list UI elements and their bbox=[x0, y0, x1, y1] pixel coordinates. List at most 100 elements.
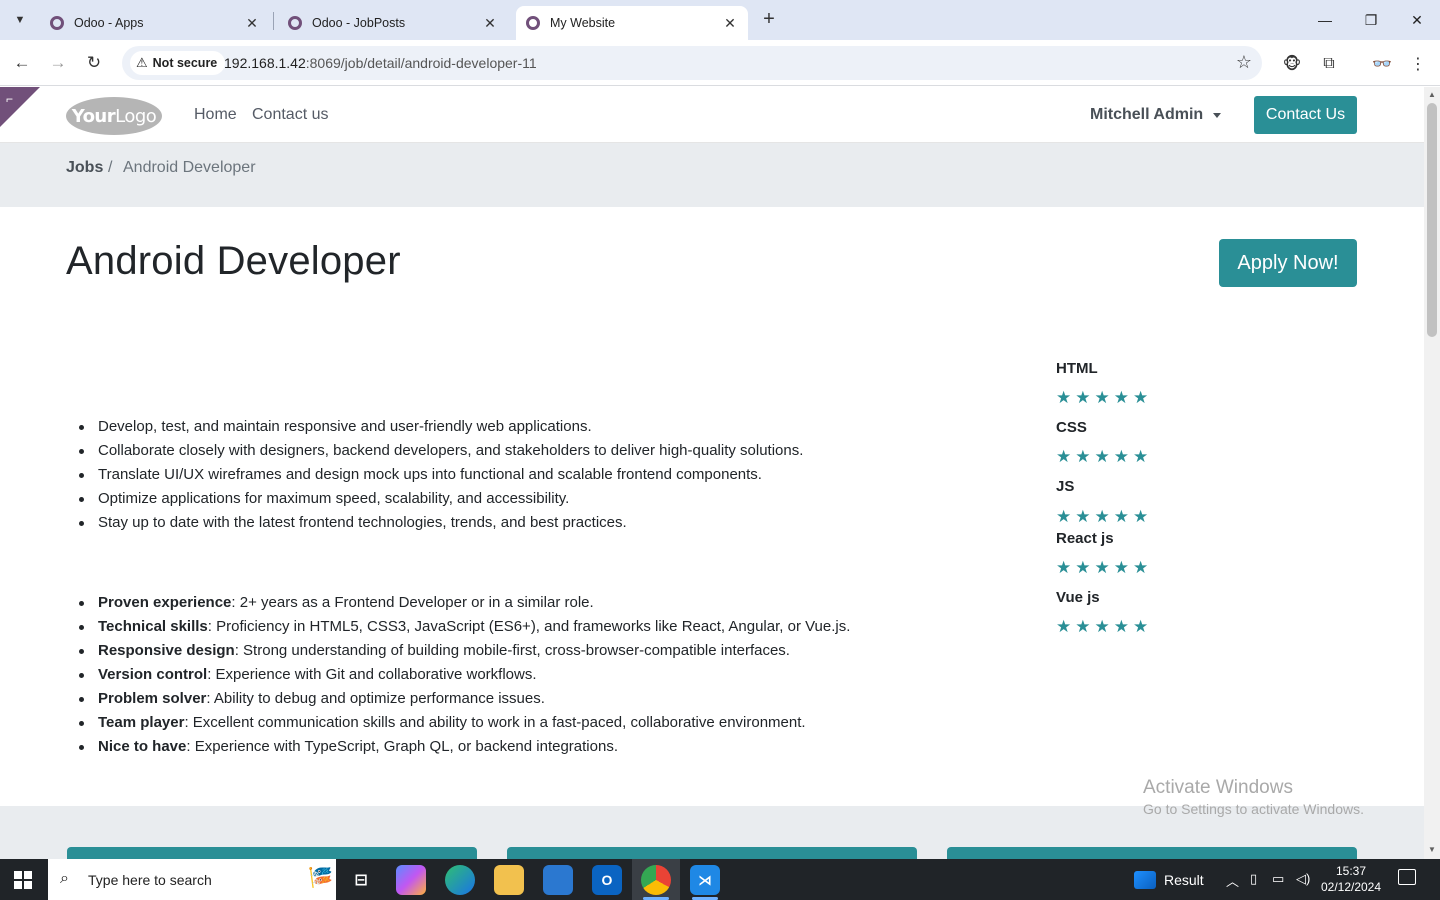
warning-triangle-icon: ⚠ bbox=[136, 55, 148, 70]
close-tab-icon[interactable]: ✕ bbox=[482, 15, 498, 32]
tab-odoo-apps[interactable]: Odoo - Apps ✕ bbox=[40, 6, 270, 40]
clock-date: 02/12/2024 bbox=[1320, 880, 1382, 894]
site-logo[interactable]: Your Logo bbox=[66, 97, 162, 135]
restore-icon[interactable]: ❐ bbox=[1348, 6, 1394, 34]
clock-time: 15:37 bbox=[1335, 864, 1367, 878]
responsibilities-list: Develop, test, and maintain responsive a… bbox=[78, 415, 803, 535]
list-item: Collaborate closely with designers, back… bbox=[78, 439, 803, 463]
result-widget-icon bbox=[1134, 871, 1156, 889]
vscode-icon[interactable]: ⋊ bbox=[690, 865, 720, 895]
windows-taskbar: ⌕ Type here to search 🎏 ⊟ O ⋊ Result ︿ ▯… bbox=[0, 859, 1440, 900]
meet-now-icon[interactable]: ▯ bbox=[1250, 871, 1257, 887]
skill-rating: ★ ★ ★ ★ ★ bbox=[1056, 389, 1148, 407]
caret-down-icon[interactable] bbox=[1213, 113, 1221, 118]
browser-tab-bar: ▼ Odoo - Apps ✕ Odoo - JobPosts ✕ My Web… bbox=[0, 0, 1440, 40]
breadcrumb-jobs-link[interactable]: Jobs bbox=[66, 159, 103, 177]
task-view-icon[interactable]: ⊟ bbox=[346, 865, 376, 895]
page-scrollbar[interactable]: ▲ ▼ bbox=[1424, 87, 1440, 859]
list-item: Proven experience: 2+ years as a Fronten… bbox=[78, 591, 850, 615]
list-item: Version control: Experience with Git and… bbox=[78, 663, 850, 687]
close-window-icon[interactable]: ✕ bbox=[1394, 6, 1440, 34]
job-card[interactable] bbox=[507, 847, 917, 859]
outlook-icon[interactable]: O bbox=[592, 865, 622, 895]
breadcrumb-current: Android Developer bbox=[123, 159, 256, 176]
scroll-down-icon[interactable]: ▼ bbox=[1427, 845, 1437, 855]
skill-name: HTML bbox=[1056, 360, 1098, 377]
requirement-text: : Experience with Git and collaborative … bbox=[207, 666, 537, 683]
star-icon: ★ bbox=[1056, 388, 1072, 407]
notification-center-icon[interactable] bbox=[1398, 869, 1416, 885]
url-host: 192.168.1.42 bbox=[224, 55, 306, 71]
star-icon: ★ bbox=[1056, 447, 1072, 466]
star-icon: ★ bbox=[1133, 388, 1149, 407]
tab-my-website[interactable]: My Website ✕ bbox=[516, 6, 748, 40]
taskbar-search-box[interactable]: ⌕ Type here to search 🎏 bbox=[48, 859, 336, 900]
bookmark-star-icon[interactable]: ☆ bbox=[1236, 52, 1252, 73]
nav-contact-us[interactable]: Contact us bbox=[252, 106, 328, 124]
breadcrumb-separator: / bbox=[108, 159, 113, 176]
star-icon: ★ bbox=[1075, 388, 1091, 407]
site-security-chip[interactable]: ⚠ Not secure bbox=[130, 51, 226, 75]
odoo-favicon-icon bbox=[288, 16, 302, 30]
nav-home[interactable]: Home bbox=[194, 106, 237, 124]
star-icon: ★ bbox=[1113, 507, 1129, 526]
extensions-puzzle-icon[interactable]: ⧉ bbox=[1317, 52, 1341, 76]
scroll-thumb[interactable] bbox=[1427, 103, 1437, 337]
star-icon: ★ bbox=[1113, 617, 1129, 636]
back-arrow-icon[interactable]: ← bbox=[9, 50, 35, 76]
browser-menu-icon[interactable]: ⋮ bbox=[1406, 52, 1430, 76]
requirement-label: Responsive design bbox=[98, 642, 235, 659]
file-explorer-icon[interactable] bbox=[494, 865, 524, 895]
star-icon: ★ bbox=[1133, 507, 1149, 526]
close-tab-icon[interactable]: ✕ bbox=[244, 15, 260, 32]
volume-icon[interactable]: ◁) bbox=[1296, 871, 1310, 887]
list-item: Nice to have: Experience with TypeScript… bbox=[78, 735, 850, 759]
contact-us-button[interactable]: Contact Us bbox=[1254, 96, 1357, 134]
new-tab-icon[interactable]: + bbox=[758, 8, 780, 32]
star-icon: ★ bbox=[1094, 617, 1110, 636]
list-item: Stay up to date with the latest frontend… bbox=[78, 511, 803, 535]
skill-name: CSS bbox=[1056, 419, 1087, 436]
star-icon: ★ bbox=[1056, 617, 1072, 636]
list-item: Develop, test, and maintain responsive a… bbox=[78, 415, 803, 439]
apply-now-button[interactable]: Apply Now! bbox=[1219, 239, 1357, 287]
chrome-icon[interactable] bbox=[641, 865, 671, 895]
edge-icon[interactable] bbox=[445, 865, 475, 895]
star-icon: ★ bbox=[1075, 507, 1091, 526]
skill-name: Vue js bbox=[1056, 589, 1100, 606]
list-item: Optimize applications for maximum speed,… bbox=[78, 487, 803, 511]
close-tab-icon[interactable]: ✕ bbox=[722, 15, 738, 32]
extension-monkey-icon[interactable]: 🐵 bbox=[1280, 52, 1304, 76]
star-icon: ★ bbox=[1056, 558, 1072, 577]
copilot-icon[interactable] bbox=[396, 865, 426, 895]
address-bar[interactable]: ⚠ Not secure 192.168.1.42:8069/job/detai… bbox=[122, 46, 1262, 80]
requirement-text: : Proficiency in HTML5, CSS3, JavaScript… bbox=[207, 618, 851, 635]
job-card[interactable] bbox=[947, 847, 1357, 859]
tab-search-dropdown-icon[interactable]: ▼ bbox=[8, 8, 32, 32]
activation-watermark-title: Activate Windows bbox=[1143, 777, 1293, 798]
job-card[interactable] bbox=[67, 847, 477, 859]
weather-widget[interactable]: Result bbox=[1134, 871, 1204, 889]
skill-name: React js bbox=[1056, 530, 1114, 547]
minimize-icon[interactable]: — bbox=[1302, 6, 1348, 34]
store-icon[interactable] bbox=[543, 865, 573, 895]
tab-odoo-jobposts[interactable]: Odoo - JobPosts ✕ bbox=[278, 6, 508, 40]
profile-avatar-icon[interactable]: 👓 bbox=[1370, 52, 1394, 76]
weather-label: Result bbox=[1164, 872, 1204, 888]
requirement-label: Problem solver bbox=[98, 690, 207, 707]
network-icon[interactable]: ▭ bbox=[1272, 871, 1284, 887]
tab-title: My Website bbox=[550, 16, 616, 30]
reload-icon[interactable]: ↻ bbox=[81, 50, 107, 76]
scroll-up-icon[interactable]: ▲ bbox=[1427, 90, 1437, 100]
star-icon: ★ bbox=[1113, 558, 1129, 577]
url-text[interactable]: 192.168.1.42:8069/job/detail/android-dev… bbox=[224, 55, 537, 71]
browser-toolbar: ← → ↻ ⚠ Not secure 192.168.1.42:8069/job… bbox=[0, 40, 1440, 86]
requirement-text: : 2+ years as a Frontend Developer or in… bbox=[231, 594, 594, 611]
windows-start-icon[interactable] bbox=[14, 871, 32, 889]
forward-arrow-icon[interactable]: → bbox=[45, 50, 71, 76]
corner-toggle-icon[interactable]: ⌐ bbox=[6, 92, 13, 106]
user-menu[interactable]: Mitchell Admin bbox=[1090, 106, 1203, 124]
taskbar-clock[interactable]: 15:37 02/12/2024 bbox=[1318, 863, 1384, 895]
breadcrumb: Jobs / Android Developer bbox=[0, 143, 1424, 207]
show-hidden-icons-icon[interactable]: ︿ bbox=[1226, 871, 1239, 890]
